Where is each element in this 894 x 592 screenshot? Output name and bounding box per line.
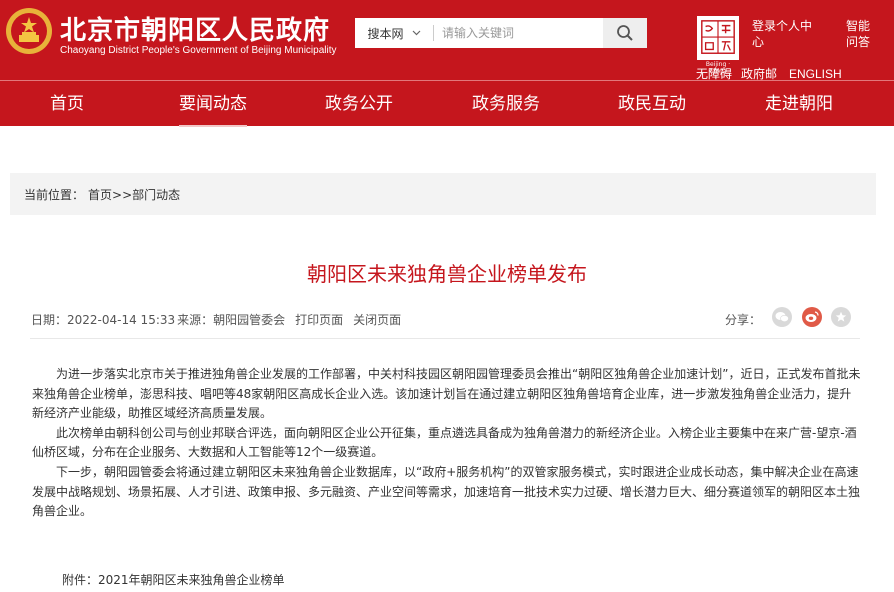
article-date: 日期：2022-04-14 15:33 [31, 313, 176, 327]
weibo-icon [805, 311, 819, 322]
smart-qa-link[interactable]: 智能问答 [846, 18, 876, 50]
nav-item-news-label: 要闻动态 [179, 94, 247, 114]
search-scope-label: 搜本网 [367, 26, 404, 41]
nav-item-news[interactable]: 要闻动态 [179, 81, 247, 127]
nav-item-interaction[interactable]: 政民互动 [618, 81, 686, 127]
share-favorite-button[interactable] [831, 307, 851, 327]
site-header: 北京市朝阳区人民政府 Chaoyang District People's Go… [0, 0, 894, 81]
breadcrumb-label: 当前位置： [24, 187, 85, 202]
share-weibo-button[interactable] [802, 307, 822, 327]
national-emblem-icon [6, 8, 52, 54]
search-input[interactable] [434, 19, 603, 47]
share-label: 分享： [725, 313, 762, 327]
wechat-icon [775, 312, 789, 323]
star-icon [835, 311, 847, 322]
site-title[interactable]: 北京市朝阳区人民政府 [60, 10, 330, 47]
print-page-link[interactable]: 打印页面 [295, 311, 343, 328]
chevron-down-icon [412, 30, 420, 36]
site-subtitle: Chaoyang District People's Government of… [60, 45, 337, 56]
nav-item-gov-affairs[interactable]: 政务公开 [325, 81, 393, 127]
active-nav-indicator [179, 125, 247, 127]
article-paragraph: 此次榜单由朝科创公司与创业邦联合评选，面向朝阳区企业公开征集，重点遴选具备成为独… [32, 425, 857, 460]
main-nav: 首页 要闻动态 政务公开 政务服务 政民互动 走进朝阳 [0, 80, 894, 127]
article-body: 为进一步落实北京市关于推进独角兽企业发展的工作部署，中关村科技园区朝阳园管理委员… [32, 365, 862, 522]
search-icon [617, 25, 633, 41]
article-paragraph: 下一步，朝阳园管委会将通过建立朝阳区未来独角兽企业数据库，以“政府+服务机构”的… [32, 464, 861, 519]
beijing-capital-logo-icon[interactable] [697, 16, 739, 60]
search-button[interactable] [603, 18, 647, 48]
nav-item-gov-services[interactable]: 政务服务 [472, 81, 540, 127]
share-wechat-button[interactable] [772, 307, 792, 327]
search-scope-select[interactable]: 搜本网 [355, 18, 433, 48]
search-box: 搜本网 [355, 18, 647, 48]
breadcrumb-path-link[interactable]: 首页>>部门动态 [88, 186, 180, 203]
attachment-link[interactable]: 附件：2021年朝阳区未来独角兽企业榜单 [62, 571, 285, 588]
article-source: 来源：朝阳园管委会 [177, 313, 286, 327]
nav-item-about-chaoyang[interactable]: 走进朝阳 [765, 81, 833, 127]
breadcrumb: 当前位置： 首页>>部门动态 [10, 173, 876, 215]
nav-item-home[interactable]: 首页 [50, 81, 84, 127]
close-page-link[interactable]: 关闭页面 [353, 311, 401, 328]
article-paragraph: 为进一步落实北京市关于推进独角兽企业发展的工作部署，中关村科技园区朝阳园管理委员… [32, 367, 861, 421]
article-meta: 日期：2022-04-14 15:33 来源：朝阳园管委会 打印页面 关闭页面 [31, 311, 401, 328]
article-title: 朝阳区未来独角兽企业榜单发布 [307, 262, 587, 286]
login-personal-center-link[interactable]: 登录个人中心 [752, 18, 822, 50]
meta-divider [30, 338, 860, 339]
